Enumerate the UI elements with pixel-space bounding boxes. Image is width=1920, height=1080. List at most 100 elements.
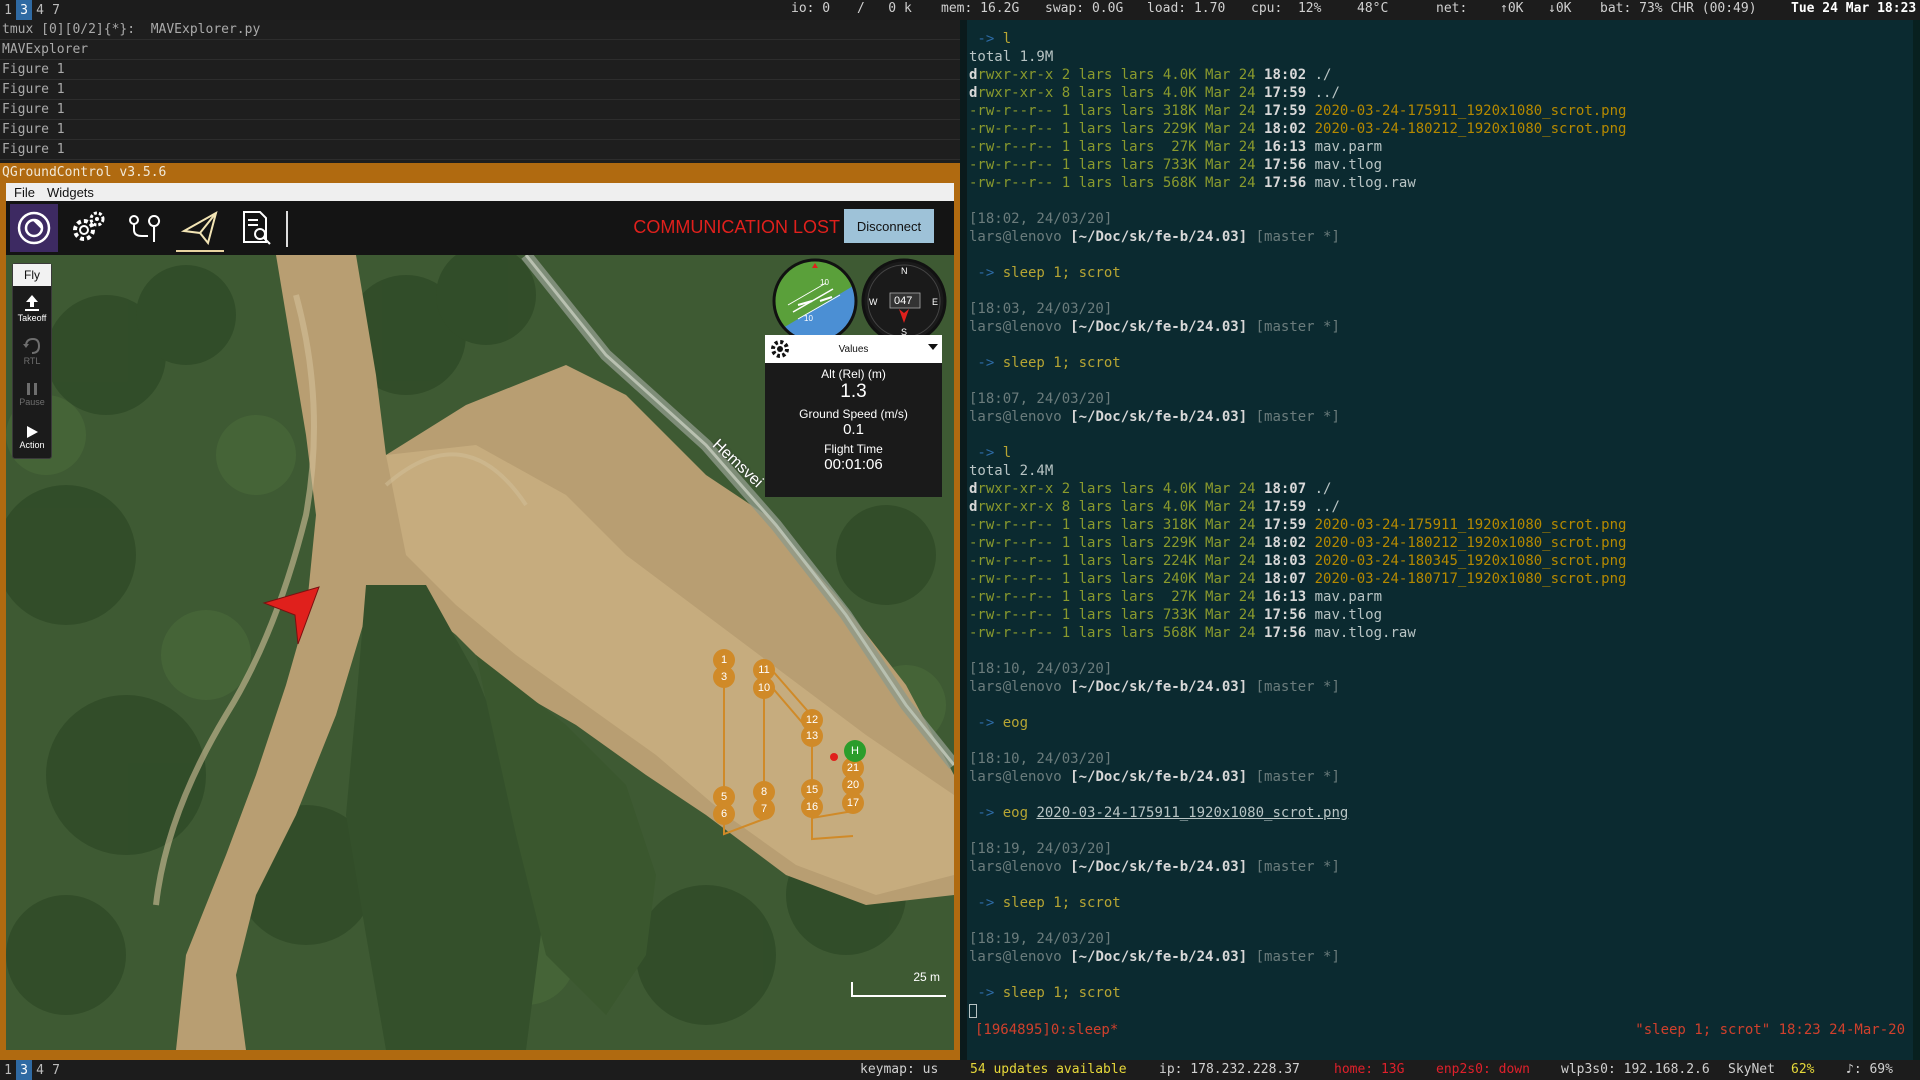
file-time: 17:56: [1264, 625, 1307, 641]
file-name: ../: [1306, 499, 1340, 515]
term-blank-line: [969, 876, 1913, 894]
terminal-line: [18:10, 24/03/20]: [969, 750, 1913, 768]
prompt-path: [~/Doc/sk/fe-b/24.03]: [1070, 859, 1248, 875]
volume-stat: ♪: 69%: [1846, 1062, 1893, 1077]
menu-file[interactable]: File: [14, 185, 35, 200]
settings-button[interactable]: [64, 204, 112, 252]
battery-stat: bat: 73% CHR (00:49): [1600, 1, 1757, 16]
file-name: mav.tlog.raw: [1306, 625, 1416, 641]
workspace-1[interactable]: 1: [0, 0, 16, 20]
terminal-line: lars@lenovo [~/Doc/sk/fe-b/24.03] [maste…: [969, 408, 1913, 426]
pause-icon: [27, 382, 37, 395]
waypoint-marker[interactable]: 16: [801, 796, 823, 818]
home-marker[interactable]: H: [844, 740, 866, 762]
fly-view-button[interactable]: [176, 204, 224, 252]
document-search-icon: [243, 211, 271, 245]
action-button[interactable]: Action: [13, 415, 51, 458]
prompt-branch: [master *]: [1247, 679, 1340, 695]
attitude-indicator: [774, 260, 856, 342]
workspace-3[interactable]: 3: [16, 1060, 32, 1080]
pause-button[interactable]: Pause: [13, 372, 51, 415]
workspace-7[interactable]: 7: [48, 1060, 64, 1080]
file-name: 2020-03-24-175911_1920x1080_scrot.png: [1306, 517, 1627, 533]
ground-speed-value: 0.1: [843, 421, 864, 438]
window-title-figure[interactable]: Figure 1: [0, 100, 960, 120]
dropdown-caret-icon[interactable]: [928, 343, 938, 351]
workspace-3[interactable]: 3: [16, 0, 32, 20]
terminal-line: [18:02, 24/03/20]: [969, 210, 1913, 228]
window-title-figure[interactable]: Figure 1: [0, 120, 960, 140]
waypoint-marker[interactable]: 6: [713, 803, 735, 825]
file-meta: 2 lars lars 4.0K Mar 24: [1053, 481, 1265, 497]
workspace-1[interactable]: 1: [0, 1060, 16, 1080]
home-disk-stat: home: 13G: [1334, 1062, 1405, 1077]
alt-value: 1.3: [840, 381, 867, 402]
satellite-map[interactable]: Hemsvei 1 3 5 6 7 8 10 11 12 13 15 16 17 20 21 H Fly Ta…: [6, 255, 954, 1050]
menu-widgets[interactable]: Widgets: [47, 185, 94, 200]
waypoint-marker[interactable]: 13: [801, 725, 823, 747]
file-meta: 1 lars lars 568K Mar 24: [1053, 175, 1265, 191]
timestamp: [18:10, 24/03/20]: [969, 661, 1113, 677]
term-blank-line: [969, 282, 1913, 300]
terminal-line: lars@lenovo [~/Doc/sk/fe-b/24.03] [maste…: [969, 318, 1913, 336]
file-meta: 1 lars lars 229K Mar 24: [1053, 121, 1265, 137]
window-title-figure[interactable]: Figure 1: [0, 80, 960, 100]
file-time: 18:03: [1264, 553, 1307, 569]
file-time: 17:56: [1264, 175, 1307, 191]
prompt-user: lars@lenovo: [969, 229, 1071, 245]
workspace-switcher[interactable]: 1347: [0, 0, 64, 20]
wlan-stat: wlp3s0: 192.168.2.6: [1561, 1062, 1710, 1077]
term-blank-line: [969, 786, 1913, 804]
prompt-user: lars@lenovo: [969, 769, 1071, 785]
timestamp: [18:19, 24/03/20]: [969, 841, 1113, 857]
file-meta: 8 lars lars 4.0K Mar 24: [1053, 499, 1265, 515]
rtl-button[interactable]: RTL: [13, 329, 51, 372]
window-title-figure[interactable]: Figure 1: [0, 60, 960, 80]
analyze-button[interactable]: [232, 204, 280, 252]
workspace-switcher-bottom[interactable]: 1347: [0, 1060, 64, 1080]
qgc-logo-button[interactable]: [10, 204, 58, 252]
prompt-symbol: ->: [969, 355, 1003, 371]
window-title-mavexplorer[interactable]: MAVExplorer: [0, 40, 960, 60]
disconnect-button[interactable]: Disconnect: [844, 209, 934, 243]
prompt-user: lars@lenovo: [969, 949, 1071, 965]
terminal-pane[interactable]: -> l total 1.9M drwxr-xr-x 2 lars lars 4.0…: [967, 20, 1913, 1060]
file-time: 16:13: [1264, 139, 1307, 155]
terminal-line: lars@lenovo [~/Doc/sk/fe-b/24.03] [maste…: [969, 948, 1913, 966]
takeoff-icon: [25, 294, 39, 311]
prompt-symbol: ->: [969, 265, 1003, 281]
window-title-figure[interactable]: Figure 1: [0, 140, 960, 160]
tmux-title: tmux [0][0/2]{*}: MAVExplorer.py: [0, 20, 960, 40]
waypoint-marker[interactable]: 3: [713, 666, 735, 688]
map-scale: 25 m: [846, 970, 946, 1000]
pitch-mark-up: 10: [820, 278, 829, 287]
prompt-branch: [master *]: [1247, 949, 1340, 965]
waypoint-marker[interactable]: 11: [753, 659, 775, 681]
term-blank-line: [969, 246, 1913, 264]
values-header[interactable]: Values: [765, 335, 942, 363]
file-name: 2020-03-24-180212_1920x1080_scrot.png: [1306, 535, 1627, 551]
terminal-line: lars@lenovo [~/Doc/sk/fe-b/24.03] [maste…: [969, 858, 1913, 876]
file-name: mav.parm: [1306, 139, 1383, 155]
ground-speed-label: Ground Speed (m/s): [799, 407, 908, 421]
compass-indicator: N E S W 047: [861, 258, 947, 344]
file-perm: -rw-r--r--: [969, 571, 1054, 587]
file-name: mav.tlog: [1306, 157, 1383, 173]
prompt-path: [~/Doc/sk/fe-b/24.03]: [1070, 769, 1248, 785]
temp-stat: 48°C: [1357, 1, 1389, 16]
file-name: mav.tlog.raw: [1306, 175, 1416, 191]
file-perm: rwxr-xr-x: [977, 481, 1054, 497]
workspace-4[interactable]: 4: [32, 1060, 48, 1080]
waypoint-marker[interactable]: 8: [753, 781, 775, 803]
plan-view-button[interactable]: [120, 204, 168, 252]
terminal-line: lars@lenovo [~/Doc/sk/fe-b/24.03] [maste…: [969, 678, 1913, 696]
terminal-line: [18:07, 24/03/20]: [969, 390, 1913, 408]
communication-status: COMMUNICATION LOST: [633, 217, 840, 237]
prompt-symbol: ->: [969, 985, 1003, 1001]
file-meta: 1 lars lars 27K Mar 24: [1053, 589, 1265, 605]
gear-icon[interactable]: [769, 338, 791, 360]
workspace-7[interactable]: 7: [48, 0, 64, 20]
prompt-symbol: ->: [969, 895, 1003, 911]
takeoff-button[interactable]: Takeoff: [13, 286, 51, 329]
workspace-4[interactable]: 4: [32, 0, 48, 20]
